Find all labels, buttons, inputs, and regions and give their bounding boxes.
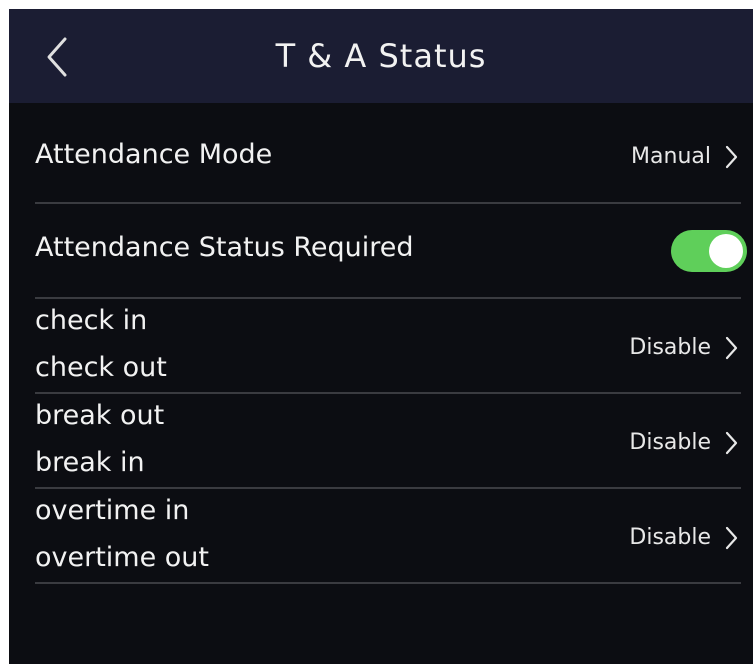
status-row-overtime[interactable]: overtime in overtime out Disable (35, 489, 741, 584)
status-row-line2: check out (35, 352, 167, 383)
status-row-line1: check in (35, 305, 148, 336)
status-row-value: Disable (629, 430, 711, 455)
chevron-right-icon (721, 142, 741, 172)
status-row-line1: break out (35, 400, 165, 431)
header-bar: T & A Status (9, 9, 753, 103)
attendance-mode-row[interactable]: Attendance Mode Manual (35, 109, 741, 204)
status-required-label: Attendance Status Required (35, 232, 414, 263)
attendance-mode-label: Attendance Mode (35, 139, 273, 170)
toggle-knob (709, 234, 743, 268)
status-row-line1: overtime in (35, 495, 190, 526)
status-row-value: Disable (629, 335, 711, 360)
status-row-line2: overtime out (35, 542, 210, 573)
chevron-right-icon (721, 428, 741, 458)
status-required-row: Attendance Status Required (35, 204, 747, 299)
attendance-mode-value: Manual (631, 144, 711, 169)
screen: T & A Status Attendance Mode Manual Atte… (9, 9, 753, 664)
chevron-right-icon (721, 523, 741, 553)
status-row-line2: break in (35, 447, 145, 478)
status-row-check[interactable]: check in check out Disable (35, 299, 741, 394)
chevron-right-icon (721, 333, 741, 363)
page-title: T & A Status (275, 37, 487, 75)
status-row-value: Disable (629, 525, 711, 550)
status-row-break[interactable]: break out break in Disable (35, 394, 741, 489)
status-required-toggle[interactable] (671, 230, 747, 272)
